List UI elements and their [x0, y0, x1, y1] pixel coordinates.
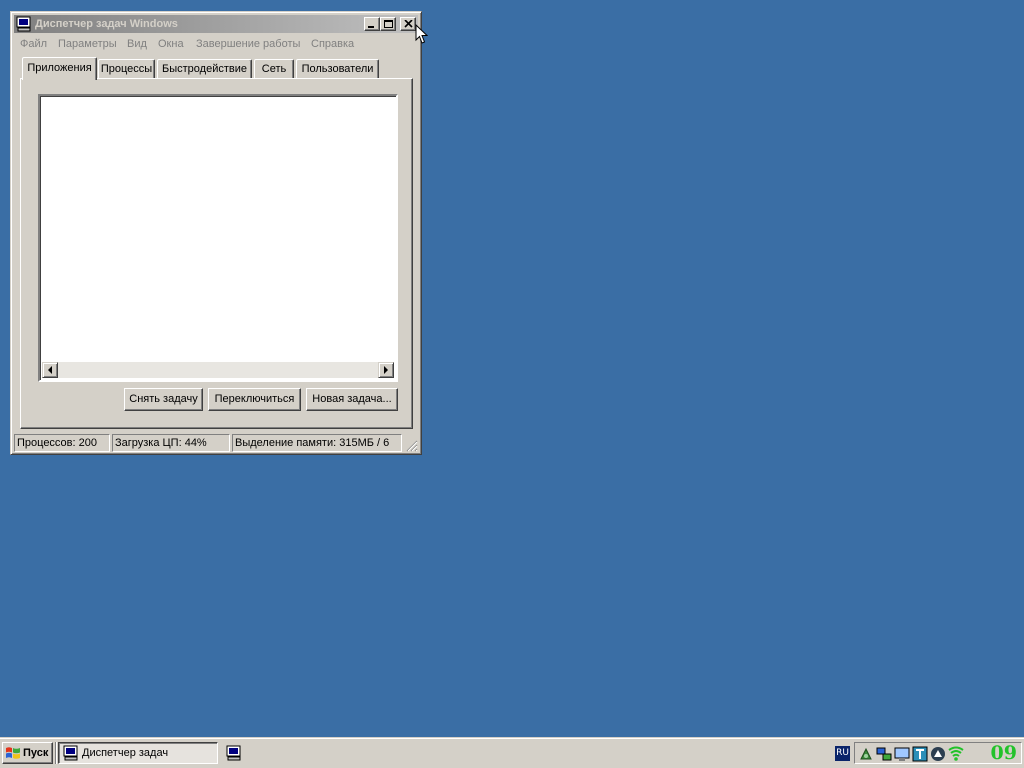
status-cpu: Загрузка ЦП: 44% [112, 434, 230, 452]
status-bar: Процессов: 200 Загрузка ЦП: 44% Выделени… [14, 434, 418, 452]
menu-view[interactable]: Вид [127, 36, 147, 52]
scroll-right-button[interactable] [378, 362, 394, 378]
menu-help[interactable]: Справка [311, 36, 354, 52]
text-services-icon[interactable] [912, 746, 928, 762]
tab-processes[interactable]: Процессы [98, 59, 155, 78]
horizontal-scrollbar[interactable] [42, 362, 394, 378]
menu-file[interactable]: Файл [20, 36, 47, 52]
task-manager-icon [16, 16, 32, 32]
taskbar-task-label: Диспетчер задач [82, 747, 169, 759]
menu-bar: Файл Параметры Вид Окна Завершение работ… [14, 35, 418, 53]
taskbar-divider [55, 742, 57, 764]
taskbar: Пуск Диспетчер задач RU 09 [0, 737, 1024, 768]
window-title: Диспетчер задач Windows [35, 18, 178, 30]
resize-grip-icon[interactable] [406, 440, 418, 452]
start-button[interactable]: Пуск [2, 742, 53, 764]
taskbar-task-manager-button[interactable]: Диспетчер задач [58, 742, 218, 764]
wireless-signal-icon[interactable] [948, 746, 964, 762]
status-processes: Процессов: 200 [14, 434, 110, 452]
menu-shutdown[interactable]: Завершение работы [196, 36, 300, 52]
title-bar[interactable]: Диспетчер задач Windows [14, 15, 418, 33]
recycle-icon[interactable] [858, 746, 874, 762]
menu-options[interactable]: Параметры [58, 36, 117, 52]
display-icon[interactable] [894, 746, 910, 762]
clock-hours: 09 [990, 742, 1017, 764]
status-memory: Выделение памяти: 315МБ / 6 [232, 434, 402, 452]
windows-logo-icon [5, 745, 21, 768]
tab-users[interactable]: Пользователи [296, 59, 379, 78]
tab-applications[interactable]: Приложения [22, 57, 97, 80]
start-label: Пуск [23, 747, 49, 759]
task-manager-tray-icon[interactable] [226, 745, 242, 764]
new-task-button[interactable]: Новая задача... [306, 388, 398, 411]
safely-remove-icon[interactable] [930, 746, 946, 762]
mouse-cursor-icon [415, 23, 429, 48]
language-indicator[interactable]: RU [835, 746, 850, 761]
tab-performance[interactable]: Быстродействие [157, 59, 252, 78]
clock[interactable]: 095312 [990, 742, 1024, 764]
network-icon[interactable] [876, 746, 892, 762]
task-manager-icon [63, 745, 79, 764]
switch-to-button[interactable]: Переключиться [208, 388, 301, 411]
close-button[interactable] [400, 17, 416, 31]
minimize-button[interactable] [364, 17, 380, 31]
system-tray: RU 095312 [835, 742, 1024, 764]
applications-list[interactable] [38, 94, 398, 382]
menu-windows[interactable]: Окна [158, 36, 184, 52]
task-manager-window: Диспетчер задач Windows Файл Параметры В… [10, 11, 422, 455]
end-task-button[interactable]: Снять задачу [124, 388, 203, 411]
tab-networking[interactable]: Сеть [254, 59, 294, 78]
maximize-button[interactable] [380, 17, 396, 31]
scroll-left-button[interactable] [42, 362, 58, 378]
